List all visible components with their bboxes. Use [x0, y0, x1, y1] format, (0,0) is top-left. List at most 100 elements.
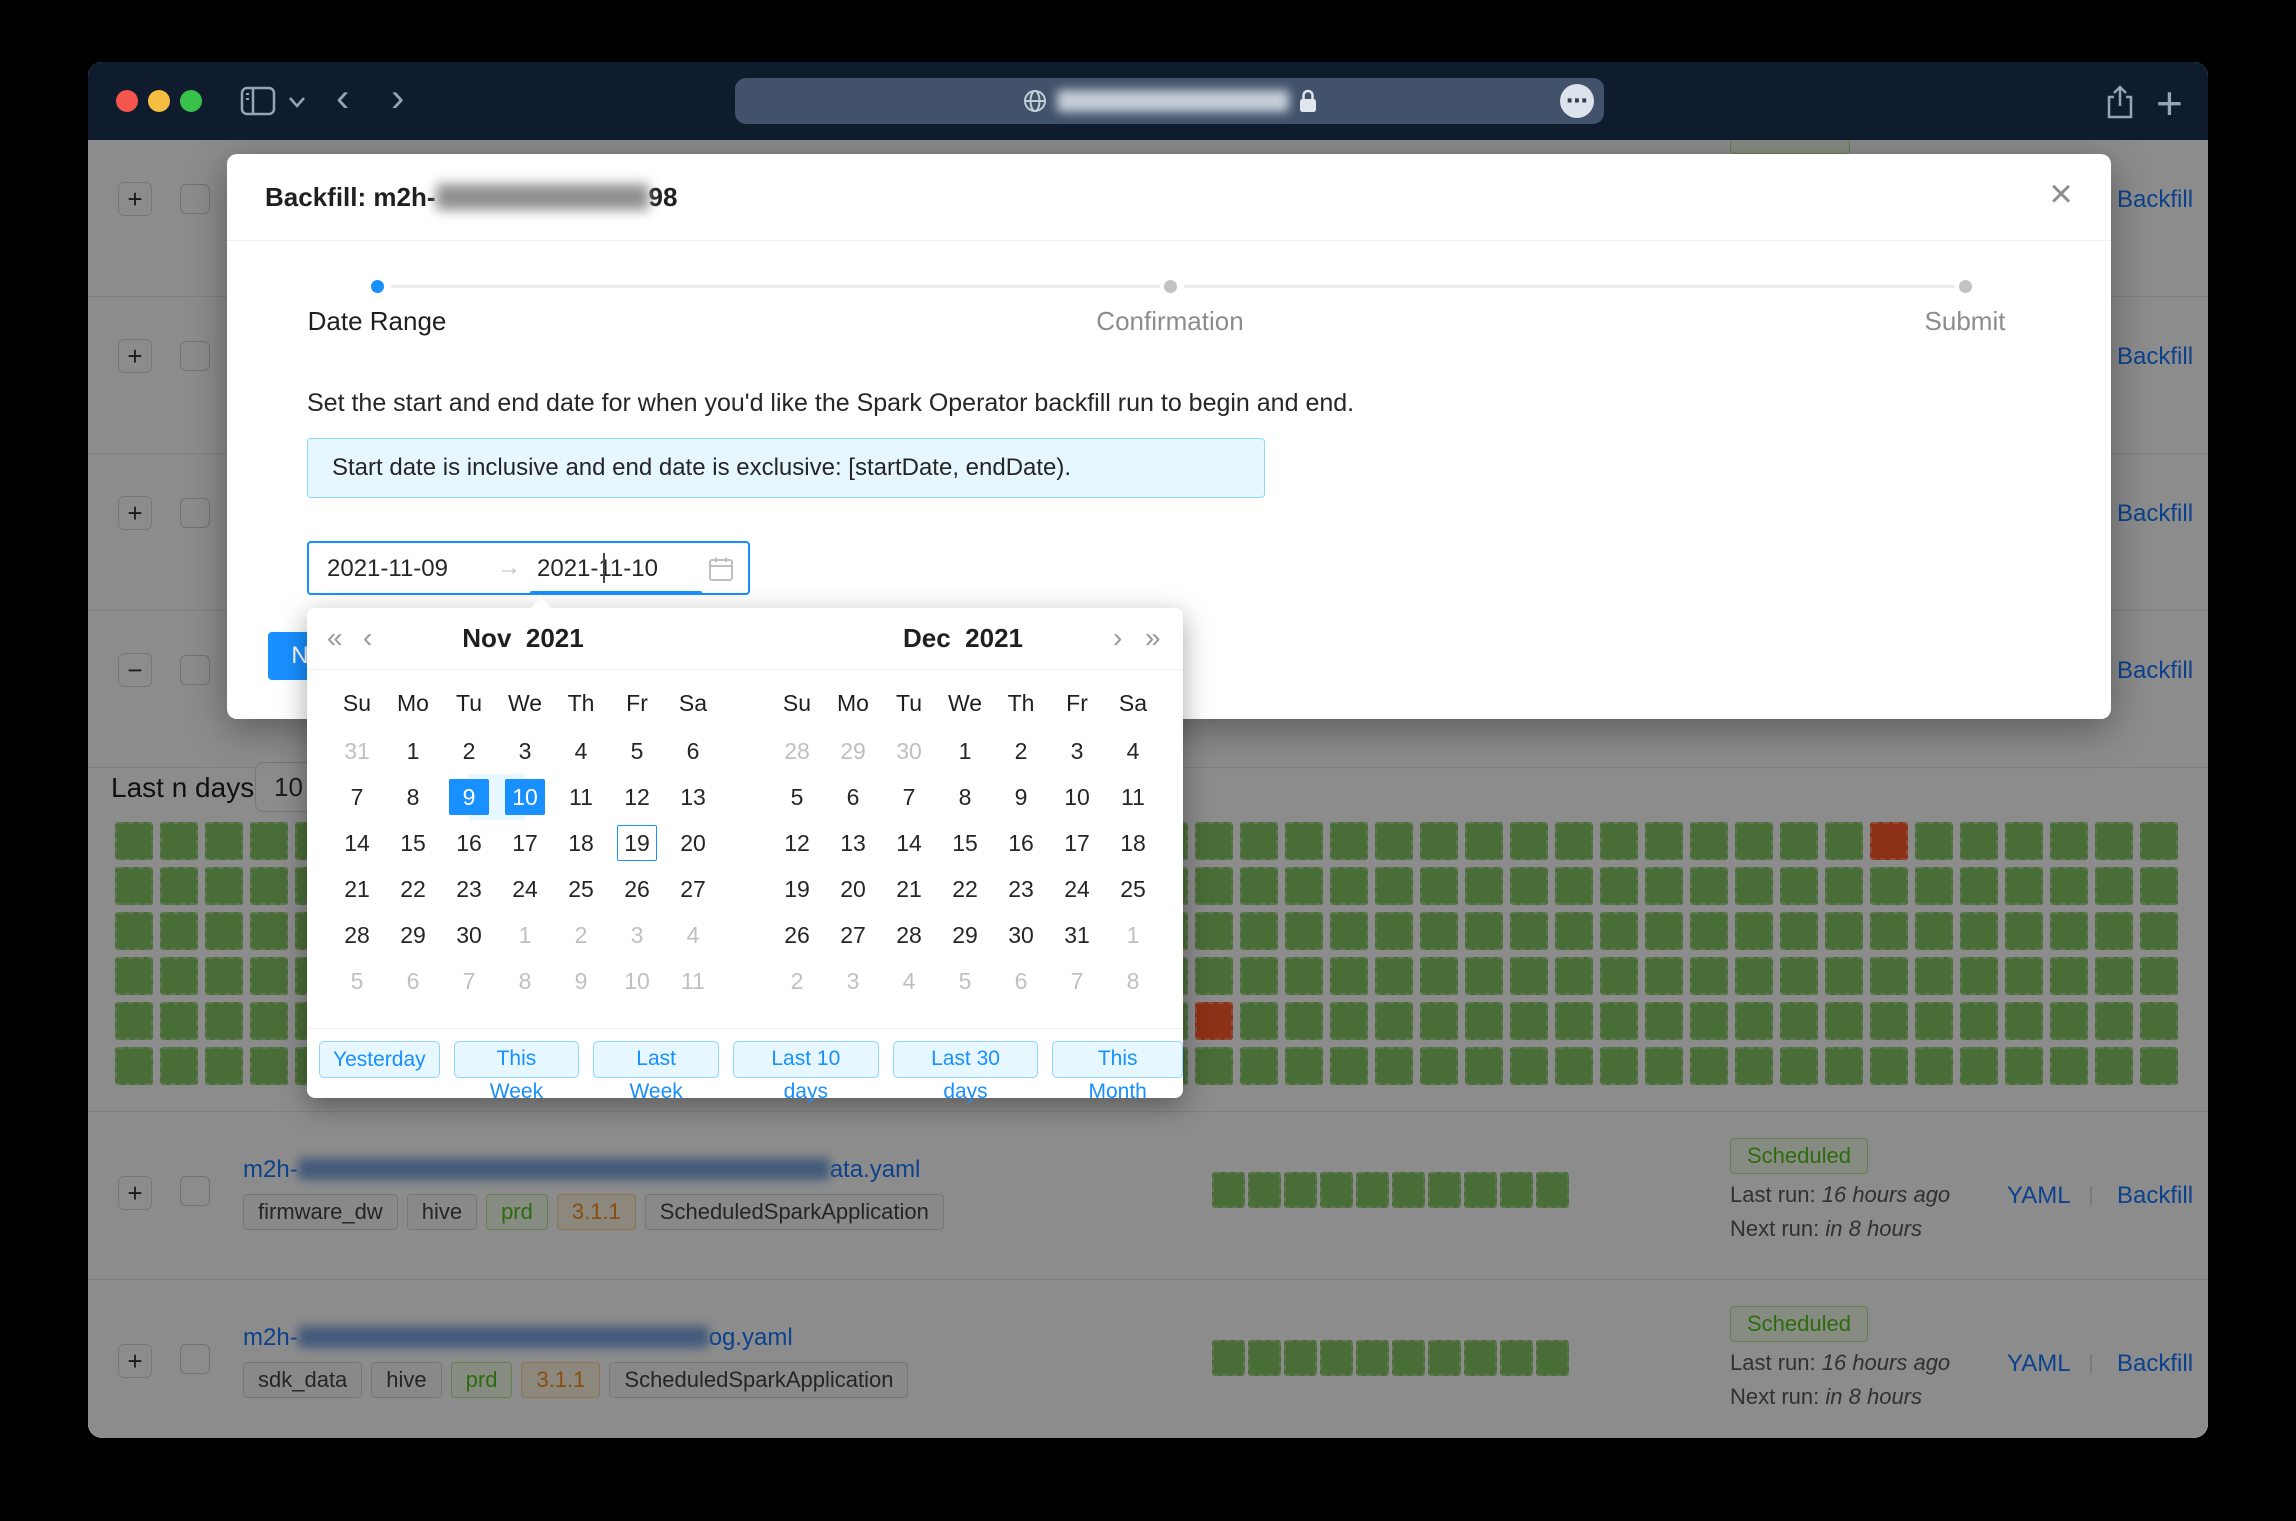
calendar-day[interactable]: 21 — [329, 866, 385, 912]
new-tab-button[interactable]: + — [2156, 76, 2183, 130]
calendar-day[interactable]: 25 — [553, 866, 609, 912]
calendar-day[interactable]: 4 — [1105, 728, 1161, 774]
calendar-day[interactable]: 23 — [993, 866, 1049, 912]
zoom-window-button[interactable] — [180, 90, 202, 112]
calendar-day[interactable]: 5 — [329, 958, 385, 1004]
calendar-day[interactable]: 29 — [825, 728, 881, 774]
quick-range-yesterday[interactable]: Yesterday — [319, 1041, 440, 1078]
calendar-day[interactable]: 16 — [993, 820, 1049, 866]
calendar-day[interactable]: 2 — [553, 912, 609, 958]
calendar-day[interactable]: 6 — [825, 774, 881, 820]
calendar-day[interactable]: 24 — [1049, 866, 1105, 912]
month-title[interactable]: Nov 2021 — [403, 623, 643, 654]
calendar-day[interactable]: 28 — [329, 912, 385, 958]
calendar-day[interactable]: 10 — [497, 774, 553, 820]
calendar-day[interactable]: 2 — [441, 728, 497, 774]
calendar-day[interactable]: 22 — [385, 866, 441, 912]
calendar-day[interactable]: 30 — [881, 728, 937, 774]
calendar-day[interactable]: 3 — [609, 912, 665, 958]
calendar-day[interactable]: 10 — [609, 958, 665, 1004]
calendar-day[interactable]: 20 — [825, 866, 881, 912]
sidebar-icon[interactable] — [240, 86, 276, 116]
calendar-day[interactable]: 3 — [1049, 728, 1105, 774]
prev-year-icon[interactable]: « — [327, 622, 343, 654]
calendar-day[interactable]: 31 — [329, 728, 385, 774]
chevron-down-icon[interactable] — [288, 96, 306, 108]
calendar-day[interactable]: 1 — [497, 912, 553, 958]
calendar-day[interactable]: 28 — [881, 912, 937, 958]
calendar-day[interactable]: 8 — [497, 958, 553, 1004]
calendar-day[interactable]: 18 — [553, 820, 609, 866]
calendar-day[interactable]: 4 — [881, 958, 937, 1004]
calendar-day[interactable]: 25 — [1105, 866, 1161, 912]
calendar-day[interactable]: 13 — [825, 820, 881, 866]
calendar-day[interactable]: 14 — [329, 820, 385, 866]
address-bar[interactable]: ⋯ — [735, 78, 1604, 124]
forward-button[interactable]: › — [391, 78, 404, 118]
calendar-day[interactable]: 6 — [665, 728, 721, 774]
calendar-day[interactable]: 8 — [1105, 958, 1161, 1004]
more-options-icon[interactable]: ⋯ — [1560, 84, 1594, 118]
calendar-day[interactable]: 7 — [1049, 958, 1105, 1004]
calendar-day[interactable]: 21 — [881, 866, 937, 912]
calendar-day[interactable]: 17 — [497, 820, 553, 866]
calendar-day[interactable]: 12 — [769, 820, 825, 866]
calendar-day[interactable]: 27 — [665, 866, 721, 912]
calendar-day[interactable]: 12 — [609, 774, 665, 820]
calendar-day[interactable]: 30 — [441, 912, 497, 958]
date-range-picker[interactable]: 2021-11-09 → 2021-11-10 — [307, 541, 750, 595]
start-date-input[interactable]: 2021-11-09 — [327, 555, 448, 583]
share-icon[interactable] — [2105, 84, 2135, 120]
calendar-day[interactable]: 30 — [993, 912, 1049, 958]
close-window-button[interactable] — [116, 90, 138, 112]
calendar-day[interactable]: 15 — [385, 820, 441, 866]
calendar-day[interactable]: 8 — [385, 774, 441, 820]
calendar-day[interactable]: 19 — [769, 866, 825, 912]
close-icon[interactable]: × — [2039, 172, 2083, 216]
calendar-day[interactable]: 24 — [497, 866, 553, 912]
calendar-day[interactable]: 1 — [1105, 912, 1161, 958]
calendar-day[interactable]: 7 — [329, 774, 385, 820]
calendar-day[interactable]: 3 — [825, 958, 881, 1004]
next-year-icon[interactable]: » — [1145, 622, 1161, 654]
calendar-day[interactable]: 11 — [1105, 774, 1161, 820]
quick-range-last-week[interactable]: Last Week — [593, 1041, 719, 1078]
calendar-day[interactable]: 31 — [1049, 912, 1105, 958]
end-date-input[interactable]: 2021-11-10 — [537, 555, 658, 583]
calendar-day[interactable]: 9 — [441, 774, 497, 820]
calendar-day[interactable]: 1 — [937, 728, 993, 774]
calendar-day[interactable]: 6 — [993, 958, 1049, 1004]
calendar-day[interactable]: 15 — [937, 820, 993, 866]
calendar-day[interactable]: 28 — [769, 728, 825, 774]
calendar-day[interactable]: 6 — [385, 958, 441, 1004]
calendar-day[interactable]: 5 — [937, 958, 993, 1004]
calendar-day[interactable]: 22 — [937, 866, 993, 912]
prev-month-icon[interactable]: ‹ — [363, 622, 372, 654]
calendar-day[interactable]: 19 — [609, 820, 665, 866]
calendar-day[interactable]: 26 — [609, 866, 665, 912]
calendar-day[interactable]: 11 — [553, 774, 609, 820]
minimize-window-button[interactable] — [148, 90, 170, 112]
calendar-day[interactable]: 1 — [385, 728, 441, 774]
calendar-day[interactable]: 2 — [993, 728, 1049, 774]
calendar-day[interactable]: 26 — [769, 912, 825, 958]
month-title[interactable]: Dec 2021 — [843, 623, 1083, 654]
back-button[interactable]: ‹ — [336, 78, 349, 118]
calendar-day[interactable]: 3 — [497, 728, 553, 774]
calendar-day[interactable]: 14 — [881, 820, 937, 866]
calendar-day[interactable]: 29 — [937, 912, 993, 958]
calendar-day[interactable]: 23 — [441, 866, 497, 912]
calendar-day[interactable]: 20 — [665, 820, 721, 866]
calendar-day[interactable]: 2 — [769, 958, 825, 1004]
calendar-day[interactable]: 4 — [665, 912, 721, 958]
calendar-day[interactable]: 7 — [881, 774, 937, 820]
calendar-day[interactable]: 27 — [825, 912, 881, 958]
calendar-day[interactable]: 13 — [665, 774, 721, 820]
calendar-day[interactable]: 10 — [1049, 774, 1105, 820]
next-month-icon[interactable]: › — [1113, 622, 1122, 654]
calendar-day[interactable]: 17 — [1049, 820, 1105, 866]
calendar-day[interactable]: 7 — [441, 958, 497, 1004]
calendar-day[interactable]: 29 — [385, 912, 441, 958]
quick-range-last-30-days[interactable]: Last 30 days — [893, 1041, 1039, 1078]
calendar-day[interactable]: 8 — [937, 774, 993, 820]
